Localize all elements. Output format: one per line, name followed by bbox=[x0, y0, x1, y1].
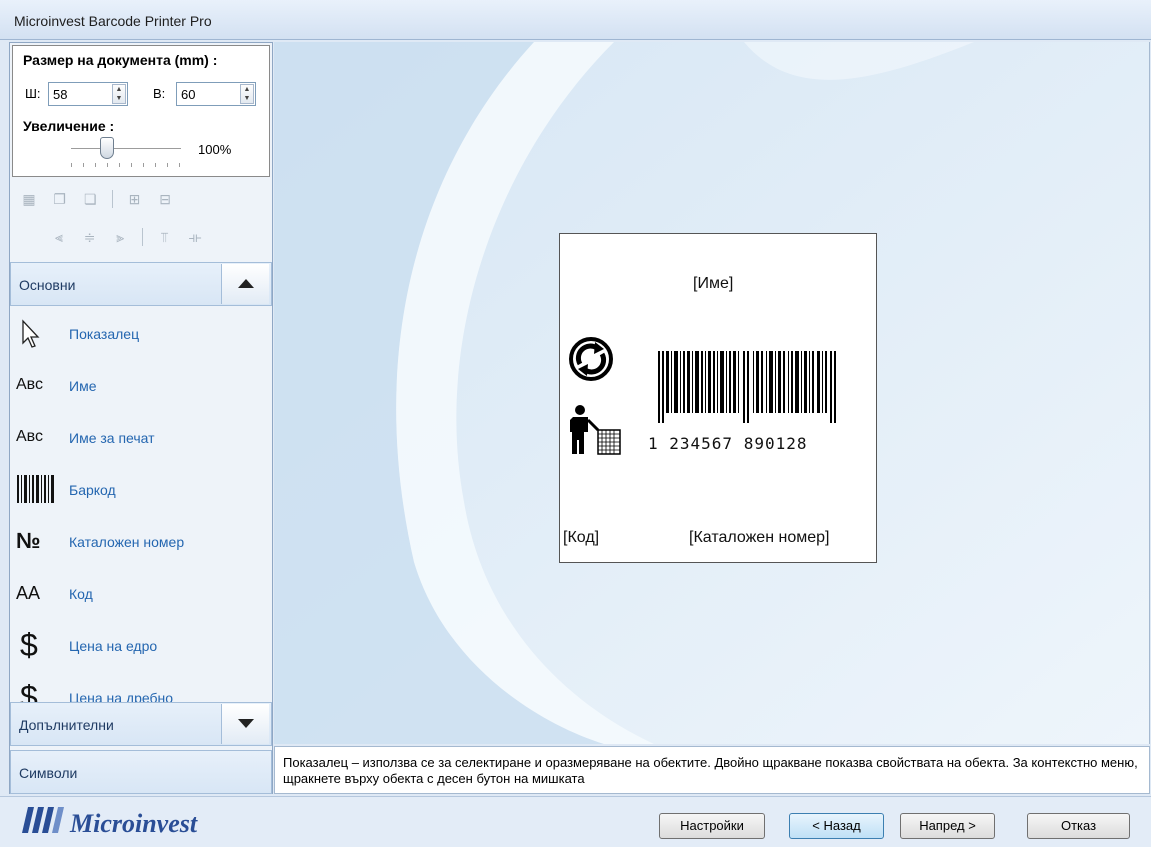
barcode-number: 1 234567 890128 bbox=[648, 434, 808, 453]
abc-icon: Авс bbox=[16, 428, 43, 445]
design-canvas[interactable]: [Име] 1 234567 890128 [Код] [Каталожен н… bbox=[274, 42, 1150, 744]
triangle-down-icon bbox=[238, 719, 254, 728]
footer: Microinvest Настройки < Назад Напред > О… bbox=[0, 796, 1151, 847]
window-title: Microinvest Barcode Printer Pro bbox=[14, 13, 212, 29]
recycle-icon[interactable] bbox=[568, 336, 614, 382]
group-icon[interactable]: ⊞ bbox=[126, 190, 144, 208]
height-spinner[interactable]: 60 ▲ ▼ bbox=[176, 82, 256, 106]
zoom-slider-thumb[interactable] bbox=[100, 137, 115, 159]
back-button[interactable]: < Назад bbox=[789, 813, 884, 839]
align-toolbar: ⫷ ≑ ⫸ ⫪ ⟛ bbox=[50, 228, 213, 254]
properties-icon[interactable]: ▦ bbox=[20, 190, 38, 208]
align-top-icon[interactable]: ⫪ bbox=[156, 228, 174, 246]
tool-item-pointer[interactable]: Показалец bbox=[10, 309, 272, 359]
tool-label: Баркод bbox=[69, 482, 116, 498]
height-input[interactable]: 60 bbox=[181, 87, 195, 102]
aa-icon: АА bbox=[16, 583, 41, 603]
arrange-toolbar: ▦ ❐ ❏ ⊞ ⊟ bbox=[20, 190, 183, 216]
send-backward-icon[interactable]: ❏ bbox=[81, 190, 99, 208]
hint-text: Показалец – използва се за селектиране и… bbox=[274, 746, 1150, 794]
width-label: Ш: bbox=[25, 86, 41, 101]
tool-label: Каталожен номер bbox=[69, 534, 185, 550]
tool-item-code[interactable]: АА Код bbox=[10, 569, 272, 619]
align-left-icon[interactable]: ⫷ bbox=[50, 228, 68, 246]
section-symbols-label: Символи bbox=[19, 765, 78, 781]
settings-button[interactable]: Настройки bbox=[659, 813, 765, 839]
microinvest-logo-icon bbox=[22, 807, 64, 833]
tool-list: Показалец Авс Име Авс Име за печат Барко… bbox=[10, 307, 272, 702]
height-spin-arrows-icon[interactable]: ▲ ▼ bbox=[240, 84, 254, 104]
cancel-button[interactable]: Отказ bbox=[1027, 813, 1130, 839]
tool-label: Име за печат bbox=[69, 430, 155, 446]
tool-item-print-name[interactable]: Авс Име за печат bbox=[10, 413, 272, 463]
align-middle-icon[interactable]: ⟛ bbox=[186, 228, 204, 246]
width-spinner[interactable]: 58 ▲ ▼ bbox=[48, 82, 128, 106]
align-center-icon[interactable]: ≑ bbox=[81, 228, 99, 246]
label-catalog-field[interactable]: [Каталожен номер] bbox=[689, 529, 829, 547]
section-basic-header[interactable]: Основни bbox=[10, 262, 272, 306]
zoom-slider-track[interactable] bbox=[71, 148, 181, 150]
abc-icon: Авс bbox=[16, 376, 43, 393]
zoom-slider-ticks bbox=[71, 163, 183, 167]
width-input[interactable]: 58 bbox=[53, 87, 67, 102]
tool-label: Код bbox=[69, 586, 93, 602]
tool-item-wholesale-price[interactable]: $ Цена на едро bbox=[10, 621, 272, 671]
triangle-up-icon bbox=[238, 279, 254, 288]
tool-label: Име bbox=[69, 378, 97, 394]
section-additional-header[interactable]: Допълнителни bbox=[10, 702, 272, 746]
barcode-icon bbox=[16, 473, 71, 505]
tool-label: Показалец bbox=[69, 326, 140, 342]
toolbar-separator bbox=[141, 228, 143, 246]
ungroup-icon[interactable]: ⊟ bbox=[156, 190, 174, 208]
document-size-title: Размер на документа (mm) : bbox=[23, 52, 218, 68]
height-label: В: bbox=[153, 86, 166, 101]
tool-item-name[interactable]: Авс Име bbox=[10, 361, 272, 411]
toolbar-separator bbox=[111, 190, 113, 208]
pointer-icon bbox=[16, 317, 71, 349]
tool-item-barcode[interactable]: Баркод bbox=[10, 465, 272, 515]
barcode-image[interactable] bbox=[654, 351, 841, 423]
tool-item-retail-price[interactable]: $ Цена на дребно bbox=[10, 673, 272, 702]
tool-item-catalog-number[interactable]: № Каталожен номер bbox=[10, 517, 272, 567]
zoom-label: Увеличение : bbox=[23, 118, 115, 134]
align-right-icon[interactable]: ⫸ bbox=[111, 228, 129, 246]
tool-label: Цена на дребно bbox=[69, 690, 174, 702]
dollar-icon: $ bbox=[20, 627, 38, 663]
width-spin-arrows-icon[interactable]: ▲ ▼ bbox=[112, 84, 126, 104]
zoom-value: 100% bbox=[198, 142, 232, 157]
tool-label: Цена на едро bbox=[69, 638, 158, 654]
section-basic-label: Основни bbox=[19, 277, 76, 293]
label-name-field[interactable]: [Име] bbox=[693, 275, 733, 293]
microinvest-logo-text: Microinvest bbox=[70, 809, 198, 838]
label-page[interactable]: [Име] 1 234567 890128 [Код] [Каталожен н… bbox=[559, 233, 877, 563]
section-additional-label: Допълнителни bbox=[19, 717, 114, 733]
title-bar: Microinvest Barcode Printer Pro bbox=[0, 0, 1151, 40]
bring-forward-icon[interactable]: ❐ bbox=[51, 190, 69, 208]
collapse-button[interactable] bbox=[221, 264, 269, 304]
next-button[interactable]: Напред > bbox=[900, 813, 995, 839]
label-code-field[interactable]: [Код] bbox=[563, 529, 599, 547]
microinvest-logo: Microinvest bbox=[20, 805, 197, 839]
tidyman-icon[interactable] bbox=[568, 404, 626, 456]
document-size-panel: Размер на документа (mm) : Ш: 58 ▲ ▼ В: 6… bbox=[12, 45, 270, 177]
expand-button[interactable] bbox=[221, 704, 269, 744]
dollar-icon: $ bbox=[20, 679, 38, 702]
left-pane: Размер на документа (mm) : Ш: 58 ▲ ▼ В: 6… bbox=[9, 42, 273, 794]
section-symbols-header[interactable]: Символи bbox=[10, 750, 272, 794]
numero-icon: № bbox=[16, 528, 41, 553]
